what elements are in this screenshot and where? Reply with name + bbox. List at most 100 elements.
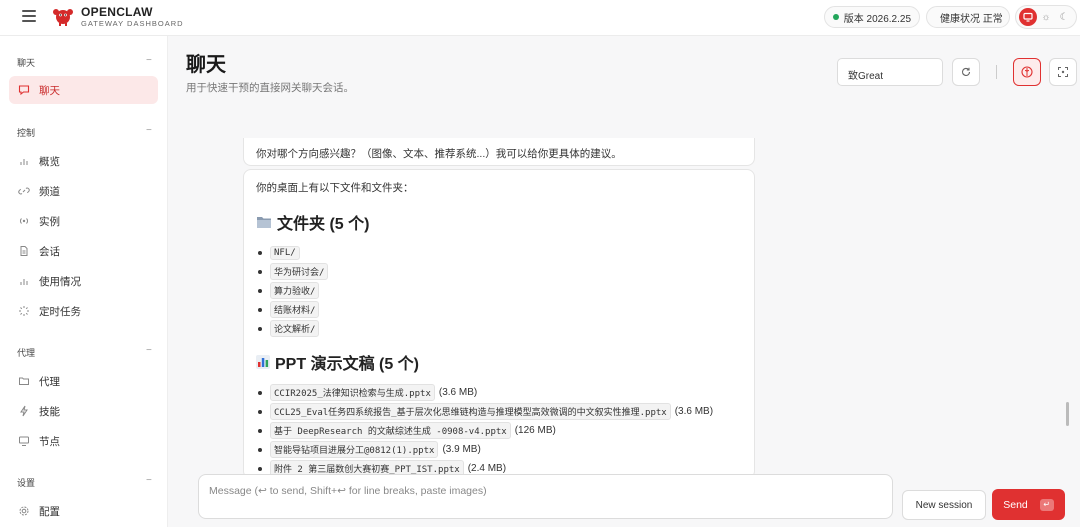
collapse-icon[interactable]: − [146,475,152,486]
section-title-control: 控制 [17,128,36,138]
scrollbar-thumb[interactable] [1066,402,1069,426]
sidebar-item-label: 节点 [39,435,60,448]
file-size: (3.9 MB) [442,444,481,455]
ppt-heading-text: PPT 演示文稿 (5 个) [275,356,420,373]
list-item: NFL/ [258,243,328,262]
sidebar-item-label: 代理 [39,375,60,388]
message-text: 你对哪个方向感兴趣？（图像、文本、推荐系统...）我可以给你更具体的建议。 [256,148,622,160]
folder-name[interactable]: 华为研讨会/ [270,263,329,280]
brand-subtitle: GATEWAY DASHBOARD [81,19,184,28]
collapse-icon[interactable]: − [146,345,152,356]
menu-icon[interactable] [22,10,36,22]
file-name[interactable]: 智能导钻项目进展分工@0812(1).pptx [270,441,439,458]
spinner-icon [18,305,30,317]
sidebar-item-sessions[interactable]: 会话 [9,237,158,265]
monitor-theme-icon[interactable] [1019,8,1037,26]
brand-name: OPENCLAW [81,5,153,19]
sidebar-item-label: 配置 [39,505,60,518]
focus-icon [1058,67,1068,77]
sidebar-item-label: 使用情况 [39,275,81,288]
status-dot-icon [833,14,839,20]
page-subtitle: 用于快速干预的直接网关聊天会话。 [186,82,354,94]
section-title-settings: 设置 [17,478,36,488]
sidebar-item-label: 频道 [39,185,60,198]
sidebar-item-label: 概览 [39,155,60,168]
sidebar-item-overview[interactable]: 概览 [9,147,158,175]
page-title: 聊天 [186,54,226,76]
file-name[interactable]: 基于 DeepResearch 的文献综述生成 -0908-v4.pptx [270,422,511,439]
sidebar-item-channels[interactable]: 频道 [9,177,158,205]
file-size: (3.6 MB) [438,387,478,398]
sidebar-item-instances[interactable]: 实例 [9,207,158,235]
message-intro: 你的桌面上有以下文件和文件夹： [256,182,414,194]
sidebar-item-label: 实例 [39,215,60,228]
list-item: 结账材料/ [258,300,328,319]
divider [996,65,997,79]
sidebar-item-nodes[interactable]: 节点 [9,427,158,455]
send-button[interactable]: Send ↵ [992,489,1065,520]
sun-icon[interactable]: ☼ [1037,8,1055,26]
enter-key-icon: ↵ [1039,498,1054,511]
ppt-list: CCIR2025_法律知识检索与生成.pptx (3.6 MB) CCL25_Ev… [258,383,713,478]
sidebar-item-skills[interactable]: 技能 [9,397,158,425]
chat-bubble-icon [18,84,30,96]
refresh-button[interactable] [952,58,980,86]
sidebar-item-label: 聊天 [39,84,60,97]
brain-toggle-button[interactable] [1013,58,1041,86]
list-item: 基于 DeepResearch 的文献综述生成 -0908-v4.pptx (12… [258,421,713,440]
file-name[interactable]: CCIR2025_法律知识检索与生成.pptx [270,384,435,401]
session-select[interactable]: 致Great [837,58,943,86]
focus-mode-button[interactable] [1049,58,1077,86]
folders-heading: 文件夹 (5 个) [256,210,369,234]
folder-icon [18,375,30,387]
health-badge: 健康状况 正常 [926,6,1010,28]
section-title-chat: 聊天 [17,58,36,68]
folder-list: NFL/ 华为研讨会/ 算力验收/ 结账材料/ 论文解析/ [258,243,329,338]
folder-name[interactable]: 算力验收/ [270,282,320,299]
sidebar-item-cron-jobs[interactable]: 定时任务 [9,297,158,325]
sidebar: 聊天 − 聊天 控制 − 概览 频道 实例 会话 使用情况 定时任务 代理 − … [0,36,168,527]
sidebar-item-label: 会话 [39,245,60,258]
list-item: 华为研讨会/ [258,262,329,281]
new-session-button[interactable]: New session [902,490,986,520]
monitor-icon [18,435,30,447]
collapse-icon[interactable]: − [146,125,152,136]
message-input[interactable]: Message (↩ to send, Shift+↩ for line bre… [198,474,893,519]
version-badge: 版本 2026.2.25 [824,6,920,28]
sidebar-item-usage[interactable]: 使用情况 [9,267,158,295]
moon-icon[interactable]: ☾ [1055,8,1073,26]
sidebar-item-chat[interactable]: 聊天 [9,76,158,104]
sidebar-item-config[interactable]: 配置 [9,497,158,525]
send-label: Send [1003,498,1028,511]
folder-name[interactable]: NFL/ [270,245,300,260]
lightning-icon [18,405,30,417]
list-item: 论文解析/ [258,319,328,338]
brand: OPENCLAW GATEWAY DASHBOARD [81,5,184,29]
top-bar: OPENCLAW GATEWAY DASHBOARD 版本 2026.2.25 … [0,0,1080,36]
gear-icon [18,505,30,517]
assistant-message: 你的桌面上有以下文件和文件夹： 文件夹 (5 个) NFL/ 华为研讨会/ 算力… [243,169,755,479]
refresh-icon [962,67,971,76]
collapse-icon[interactable]: − [146,55,152,66]
list-item: 算力验收/ [258,281,328,300]
brain-icon [1021,66,1033,78]
broadcast-icon [18,215,30,227]
file-size: (2.4 MB) [467,463,507,474]
version-label: 版本 2026.2.25 [843,13,911,25]
document-icon [18,245,30,257]
theme-switcher: ☼ ☾ [1015,5,1077,29]
list-item: 智能导钻项目进展分工@0812(1).pptx (3.9 MB) [258,440,713,459]
folder-name[interactable]: 结账材料/ [270,301,320,318]
list-item: CCL25_Eval任务四系统报告_基于层次化思维链构造与推理模型高效微调的中文… [258,402,713,421]
file-name[interactable]: CCL25_Eval任务四系统报告_基于层次化思维链构造与推理模型高效微调的中文… [270,403,671,420]
sidebar-item-label: 定时任务 [39,305,81,318]
sidebar-item-agents[interactable]: 代理 [9,367,158,395]
section-title-agent: 代理 [17,348,36,358]
file-size: (3.6 MB) [674,406,714,417]
ppt-heading: PPT 演示文稿 (5 个) [256,350,419,374]
bar-chart-emoji-icon [256,355,270,369]
assistant-message: 你对哪个方向感兴趣？（图像、文本、推荐系统...）我可以给你更具体的建议。 [243,138,755,166]
folder-name[interactable]: 论文解析/ [270,320,320,337]
link-icon [18,185,30,197]
file-size: (126 MB) [514,425,556,436]
